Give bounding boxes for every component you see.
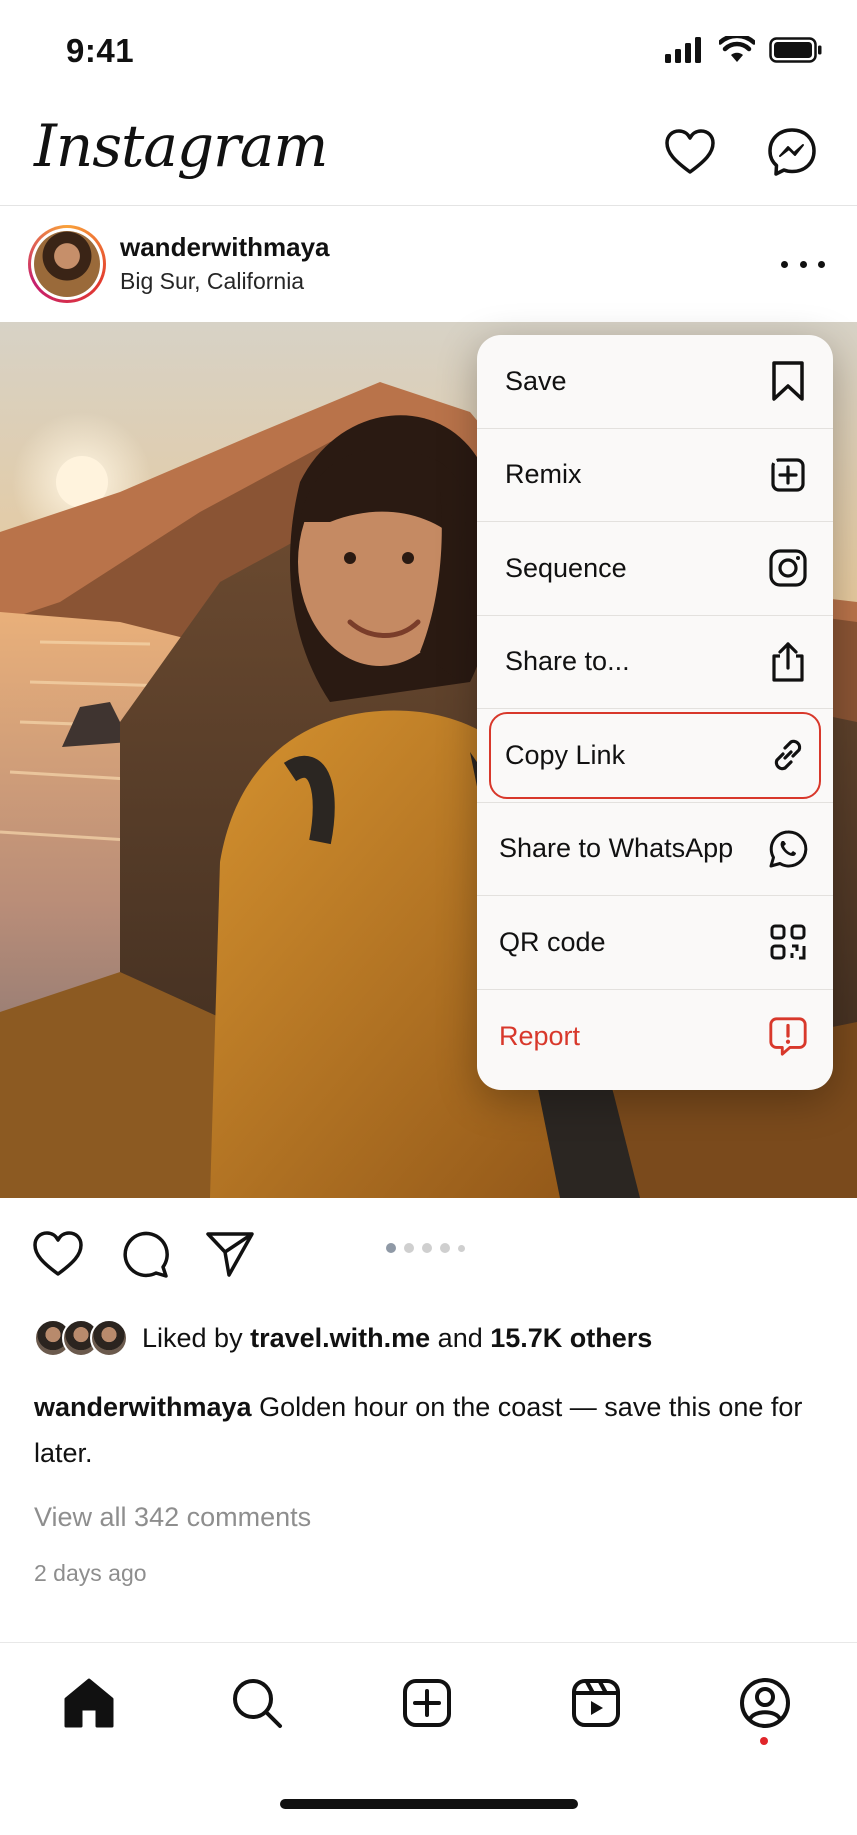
likes-conjunction: and [437,1322,483,1353]
send-icon [206,1232,254,1277]
menu-item-save[interactable]: Save [477,335,833,429]
tab-profile[interactable] [733,1671,797,1735]
carousel-dot [458,1244,465,1252]
menu-item-label: Remix [505,459,582,490]
profile-icon [740,1678,790,1728]
likes-summary[interactable]: Liked by travel.with.me and 15.7K others [34,1318,652,1358]
instagram-logo[interactable]: Instagram [34,112,328,180]
create-icon [403,1679,451,1727]
menu-item-remix[interactable]: Remix [477,429,833,522]
reels-icon [572,1679,620,1727]
menu-item-label: QR code [499,926,606,957]
carousel-dot [386,1243,396,1253]
comment-icon [123,1231,169,1278]
menu-item-copy-link[interactable]: Copy Link [477,709,833,803]
app-header: Instagram [0,100,857,206]
menu-item-report[interactable]: Report [477,990,833,1084]
menu-item-label: Report [499,1020,581,1051]
carousel-dot [422,1243,432,1253]
post-header: wanderwithmaya Big Sur, California [0,206,857,322]
tab-create[interactable] [395,1671,459,1735]
menu-item-qr-code[interactable]: QR code [477,896,833,990]
post-timestamp: 2 days ago [34,1560,147,1586]
messenger-button[interactable] [762,122,822,182]
status-bar: 9:41 [0,0,857,100]
share-button[interactable] [202,1226,258,1282]
post-username[interactable]: wanderwithmaya [120,232,330,263]
avatar [90,1319,128,1357]
tab-home[interactable] [57,1671,121,1735]
remix-icon [767,454,809,496]
post-options-menu: Save Remix Sequence Share to... Copy Lin… [477,335,833,1090]
battery-icon [769,36,822,63]
search-icon [233,1679,282,1728]
view-comments-link[interactable]: View all 342 comments [34,1502,311,1533]
share-icon [767,641,809,683]
liker-avatars [34,1319,128,1357]
avatar[interactable] [28,225,106,303]
comment-button[interactable] [116,1226,172,1282]
like-button[interactable] [30,1226,86,1282]
link-icon [767,734,809,776]
menu-item-share-whatsapp[interactable]: Share to WhatsApp [477,803,833,896]
qr-code-icon [767,921,809,963]
post-caption: wanderwithmaya Golden hour on the coast … [34,1384,824,1476]
home-icon [64,1678,114,1728]
status-time: 9:41 [66,32,135,69]
report-icon [767,1015,809,1057]
tab-reels[interactable] [564,1671,628,1735]
menu-item-label: Copy Link [505,739,626,770]
heart-icon [33,1231,83,1276]
whatsapp-icon [767,828,809,870]
home-indicator [280,1799,578,1809]
wifi-icon [719,36,755,62]
sequence-icon [767,547,809,589]
likes-prefix: Liked by [142,1322,243,1353]
menu-item-label: Share to... [505,646,630,677]
carousel-indicator [386,1243,465,1253]
caption-username[interactable]: wanderwithmaya [34,1392,252,1422]
notification-dot [760,1737,768,1745]
menu-item-label: Save [505,365,567,396]
more-options-button[interactable] [781,246,825,282]
post-location[interactable]: Big Sur, California [120,268,304,295]
carousel-dot [404,1243,414,1253]
tab-search[interactable] [225,1671,289,1735]
likes-user[interactable]: travel.with.me [250,1323,430,1354]
heart-icon [665,129,715,174]
menu-item-sequence[interactable]: Sequence [477,522,833,616]
menu-item-share-to[interactable]: Share to... [477,616,833,709]
notifications-button[interactable] [660,122,720,182]
menu-item-label: Sequence [505,552,627,583]
status-icons [665,36,823,63]
bookmark-icon [767,360,809,402]
messenger-icon [768,128,816,176]
carousel-dot [440,1243,450,1253]
avatar-image [34,231,100,297]
menu-item-label: Share to WhatsApp [499,833,734,864]
likes-others[interactable]: 15.7K others [490,1323,652,1354]
more-horizontal-icon [781,260,788,268]
cellular-signal-icon [665,36,701,63]
